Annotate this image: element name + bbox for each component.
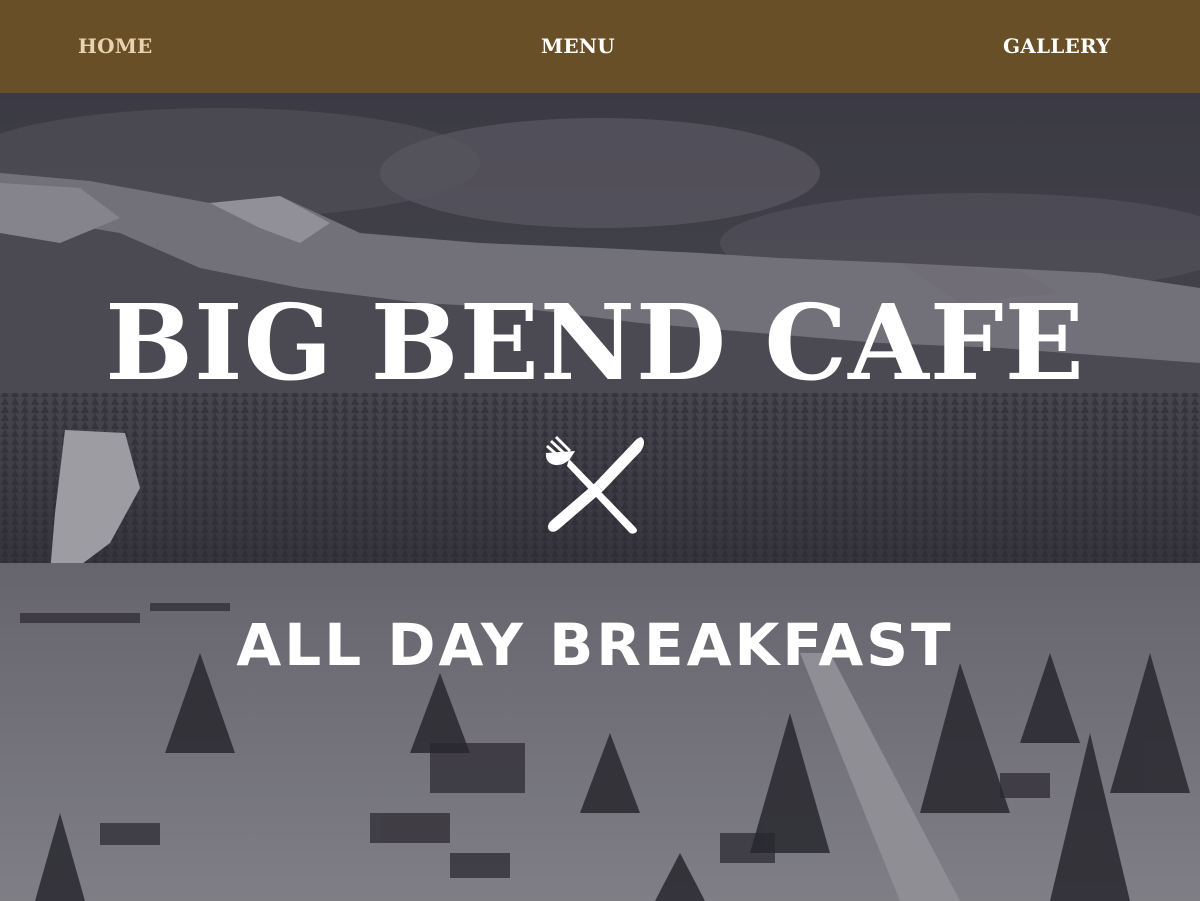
nav-link-home[interactable]: HOME — [78, 33, 153, 59]
nav-link-menu[interactable]: MENU — [541, 33, 615, 59]
cafe-title: BIG BEND CAFE — [105, 281, 1085, 404]
nav-link-gallery[interactable]: GALLERY — [1003, 33, 1111, 59]
hero-section: BIG BEND CAFE ALL DAY BREAKFAST — [0, 93, 1200, 901]
cafe-subtitle: ALL DAY BREAKFAST — [236, 611, 954, 679]
top-navigation-bar: HOME MENU GALLERY — [0, 0, 1200, 93]
crossed-fork-knife-icon — [545, 436, 644, 534]
